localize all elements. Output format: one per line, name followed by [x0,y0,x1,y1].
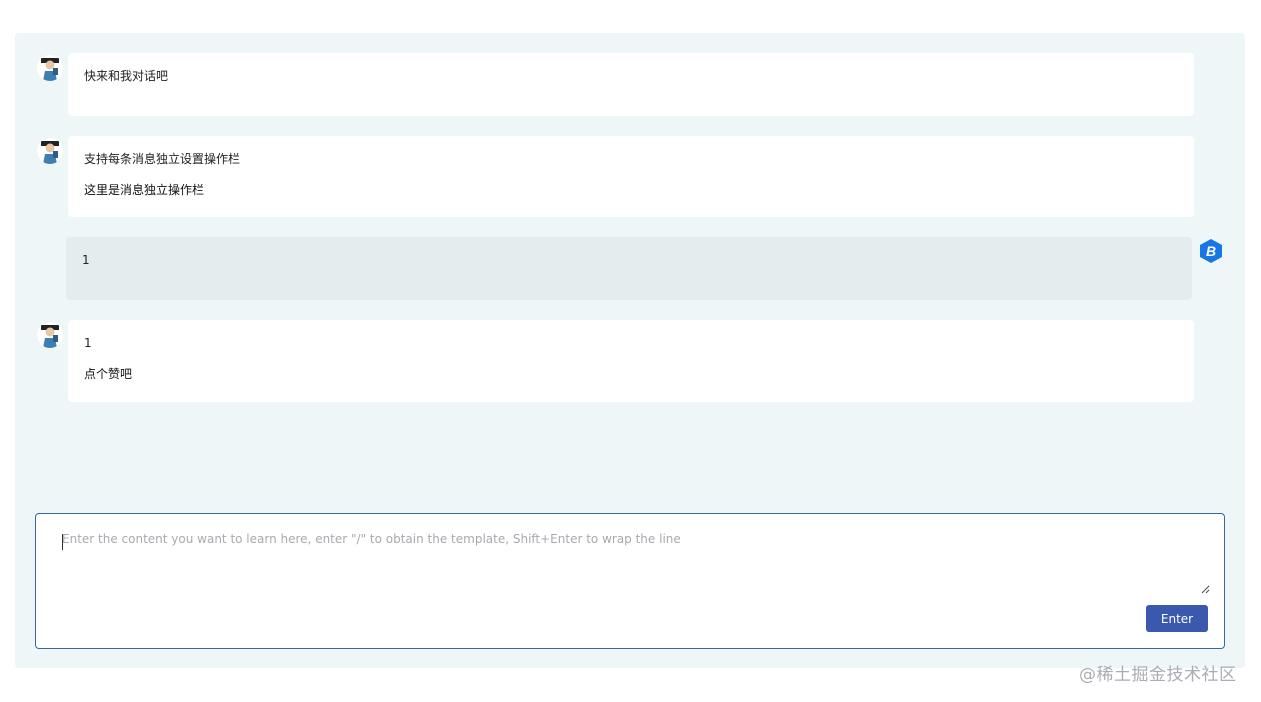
message-action-bar-text: 这里是消息独立操作栏 [84,183,205,197]
assistant-avatar-icon [37,322,63,348]
message-input[interactable] [62,532,1210,594]
message-text: 快来和我对话吧 [84,69,169,83]
user-message-bubble: 1 [66,237,1192,300]
b-hexagon-logo-icon: B [1199,238,1223,264]
message-text: 1 [82,253,90,267]
page: 快来和我对话吧 支持每条消息独立设置操作栏 这里是消息独立操作栏 1 B 1 点… [0,0,1261,702]
assistant-avatar-icon [37,138,63,164]
message-action-bar-text: 点个赞吧 [84,367,133,381]
svg-text:B: B [1206,243,1216,259]
assistant-message-bubble: 快来和我对话吧 [68,53,1194,116]
watermark: @稀土掘金技术社区 [1079,665,1237,685]
enter-button[interactable]: Enter [1146,605,1208,632]
text-caret [62,534,63,550]
assistant-message-bubble: 支持每条消息独立设置操作栏 这里是消息独立操作栏 [68,136,1194,217]
message-text: 1 [84,336,92,350]
message-text: 支持每条消息独立设置操作栏 [84,152,241,166]
assistant-avatar-icon [37,55,63,81]
composer: Enter [35,513,1225,649]
assistant-message-bubble: 1 点个赞吧 [68,320,1194,402]
resize-grip-icon[interactable] [1200,584,1210,594]
